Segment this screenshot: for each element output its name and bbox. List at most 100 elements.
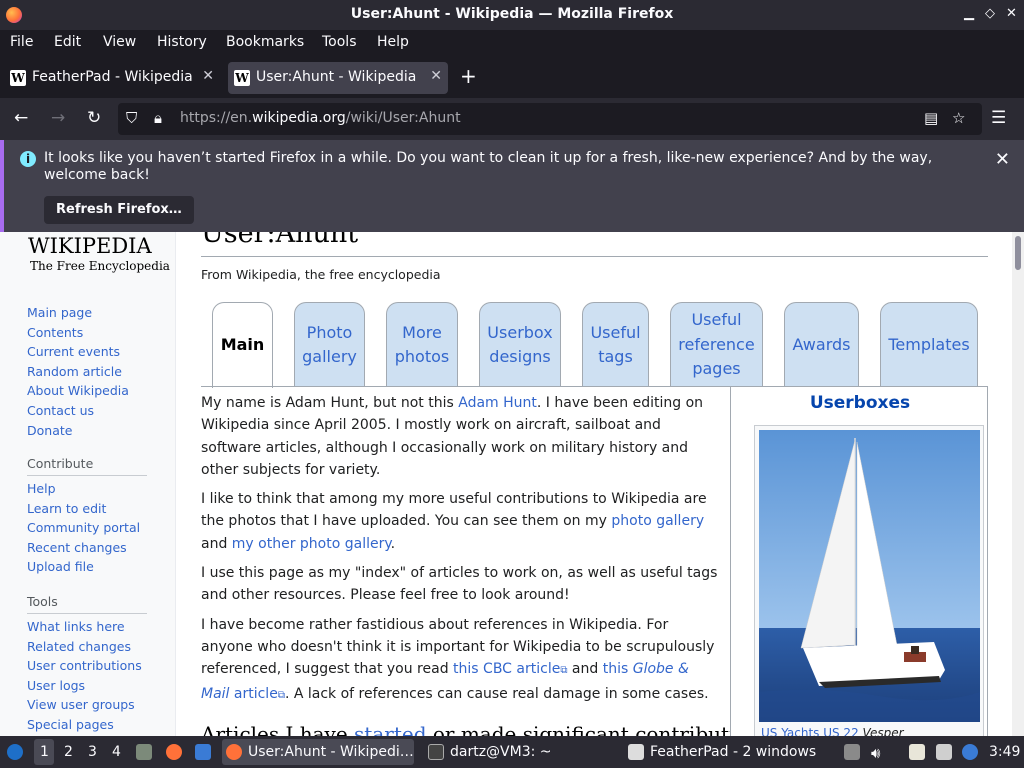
volume-icon[interactable]: 🔊︎ [871, 744, 880, 762]
wikipedia-favicon-icon: W [234, 70, 250, 86]
menu-file[interactable]: File [10, 34, 33, 50]
link-us-yachts[interactable]: US Yachts US 22 [761, 726, 859, 736]
start-menu-icon[interactable] [7, 744, 23, 760]
user-tab-awards[interactable]: Awards [784, 302, 859, 387]
text: My name is Adam Hunt, but not this [201, 395, 459, 411]
paragraph: I like to think that among my more usefu… [201, 488, 721, 555]
nav-community-portal[interactable]: Community portal [27, 518, 140, 538]
nav-links: Main page Contents Current events Random… [27, 303, 129, 440]
user-tab-useful-reference-pages[interactable]: Useful reference pages [670, 302, 763, 387]
close-window-icon[interactable]: ✕ [1006, 6, 1017, 21]
firefox-icon [226, 744, 242, 760]
link-started[interactable]: started [354, 722, 426, 736]
tab-user-ahunt[interactable]: W User:Ahunt - Wikipedia ✕ [228, 62, 448, 94]
nav-user-logs[interactable]: User logs [27, 676, 142, 696]
back-icon[interactable]: ← [14, 108, 28, 128]
menu-bookmarks[interactable]: Bookmarks [226, 34, 304, 50]
paragraph: I use this page as my "index" of article… [201, 565, 718, 604]
tracking-shield-icon[interactable]: ⛉ [126, 109, 137, 127]
nav-about-wikipedia[interactable]: About Wikipedia [27, 381, 129, 401]
contribute-heading: Contribute [27, 456, 94, 471]
taskbar-window-firefox[interactable]: User:Ahunt - Wikipedi… [222, 739, 414, 765]
nav-special-pages[interactable]: Special pages [27, 715, 142, 735]
nav-recent-changes[interactable]: Recent changes [27, 538, 140, 558]
forward-icon[interactable]: → [51, 108, 65, 128]
firefox-launcher-icon[interactable] [166, 744, 182, 760]
url-text[interactable]: https://en.wikipedia.org/wiki/User:Ahunt [180, 110, 461, 126]
minimize-icon[interactable]: ▁ [964, 6, 974, 21]
workspace-4[interactable]: 4 [112, 744, 121, 760]
tab-close-icon[interactable]: ✕ [202, 68, 214, 84]
new-tab-icon[interactable]: + [460, 64, 477, 88]
window-titlebar: User:Ahunt - Wikipedia — Mozilla Firefox… [0, 0, 1024, 30]
nav-main-page[interactable]: Main page [27, 303, 129, 323]
nav-upload-file[interactable]: Upload file [27, 557, 140, 577]
user-tab-main[interactable]: Main [212, 302, 273, 388]
bookmark-star-icon[interactable]: ☆ [952, 109, 965, 127]
nav-user-contributions[interactable]: User contributions [27, 656, 142, 676]
clock[interactable]: 3:49 [989, 744, 1020, 760]
link-adam-hunt[interactable]: Adam Hunt [458, 395, 537, 411]
user-tab-photo-gallery[interactable]: Photo gallery [294, 302, 365, 387]
tools-links: What links here Related changes User con… [27, 617, 142, 735]
clipboard-icon[interactable] [909, 744, 925, 760]
page-scrollbar[interactable] [1012, 232, 1024, 736]
userboxes-panel: Userboxes US Yachts US 22 Vesper [730, 387, 988, 736]
menu-view[interactable]: View [103, 34, 136, 50]
link-other-photo-gallery[interactable]: my other photo gallery [232, 536, 391, 552]
image-caption: US Yachts US 22 Vesper [761, 726, 904, 736]
taskbar-window-terminal[interactable]: dartz@VM3: ~ [424, 739, 620, 765]
nav-contents[interactable]: Contents [27, 323, 129, 343]
link-cbc-article[interactable]: this CBC article⧉ [453, 661, 567, 677]
menu-help[interactable]: Help [377, 34, 409, 50]
tab-label: User:Ahunt - Wikipedia [256, 69, 417, 85]
user-tab-more-photos[interactable]: More photos [386, 302, 458, 387]
menu-history[interactable]: History [157, 34, 207, 50]
workspace-2[interactable]: 2 [64, 744, 73, 760]
link-photo-gallery[interactable]: photo gallery [611, 513, 704, 529]
link-text: this [602, 661, 633, 678]
reader-view-icon[interactable]: ▤ [924, 109, 938, 127]
wikipedia-logo[interactable]: WIKIPEDIA [28, 234, 152, 258]
workspace-3[interactable]: 3 [88, 744, 97, 760]
divider [201, 256, 988, 257]
refresh-firefox-button[interactable]: Refresh Firefox… [44, 196, 194, 224]
nav-contact-us[interactable]: Contact us [27, 401, 129, 421]
scrollbar-thumb[interactable] [1015, 236, 1021, 270]
user-tab-templates[interactable]: Templates [880, 302, 978, 387]
menu-tools[interactable]: Tools [322, 34, 357, 50]
contribute-links: Help Learn to edit Community portal Rece… [27, 479, 140, 577]
tab-featherpad[interactable]: W FeatherPad - Wikipedia ✕ [4, 62, 220, 94]
paragraph: My name is Adam Hunt, but not this Adam … [201, 392, 721, 481]
tab-close-icon[interactable]: ✕ [430, 68, 442, 84]
sailboat-photo[interactable] [759, 430, 980, 722]
menu-edit[interactable]: Edit [54, 34, 81, 50]
nav-learn-to-edit[interactable]: Learn to edit [27, 499, 140, 519]
update-notifier-icon[interactable] [962, 744, 978, 760]
reload-icon[interactable]: ↻ [87, 108, 101, 128]
caption-italic: Vesper [858, 726, 904, 736]
userboxes-title: Userboxes [809, 393, 911, 413]
nav-what-links-here[interactable]: What links here [27, 617, 142, 637]
external-link-icon: ⧉ [277, 689, 285, 701]
user-tab-userbox-designs[interactable]: Userbox designs [479, 302, 561, 387]
nav-view-user-groups[interactable]: View user groups [27, 695, 142, 715]
taskbar-app-icon[interactable] [844, 744, 860, 760]
restore-icon[interactable]: ◇ [985, 6, 995, 21]
hamburger-menu-icon[interactable]: ☰ [991, 108, 1006, 128]
notification-close-icon[interactable]: ✕ [995, 149, 1010, 170]
nav-donate[interactable]: Donate [27, 421, 129, 441]
nav-related-changes[interactable]: Related changes [27, 637, 142, 657]
network-icon[interactable] [936, 744, 952, 760]
nav-help[interactable]: Help [27, 479, 140, 499]
user-tab-useful-tags[interactable]: Useful tags [582, 302, 649, 387]
lock-icon[interactable]: 🔒︎ [154, 109, 162, 127]
file-manager-icon[interactable] [136, 744, 152, 760]
refresh-notification: i It looks like you haven’t started Fire… [0, 140, 1024, 232]
nav-current-events[interactable]: Current events [27, 342, 129, 362]
text: . [390, 535, 396, 552]
show-desktop-icon[interactable] [195, 744, 211, 760]
taskbar-window-featherpad[interactable]: FeatherPad - 2 windows [624, 739, 820, 765]
url-bar[interactable]: ⛉ 🔒︎ https://en.wikipedia.org/wiki/User:… [118, 103, 982, 135]
nav-random-article[interactable]: Random article [27, 362, 129, 382]
